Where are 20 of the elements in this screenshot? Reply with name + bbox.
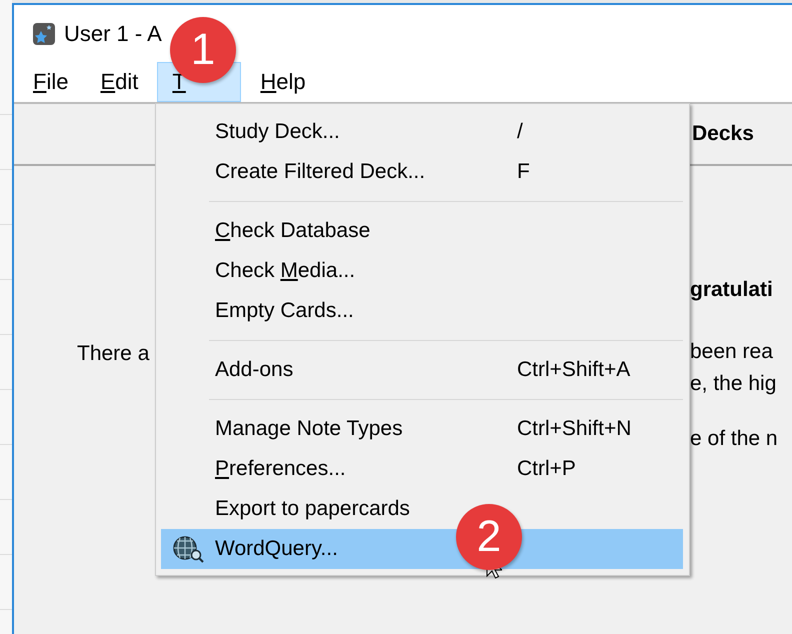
window-title: User 1 - A [64,20,162,46]
menu-bar-item[interactable]: File [20,62,82,102]
body-text: e of the n [690,426,778,452]
menu-bar-item[interactable]: Edit [87,62,152,102]
heading-text: gratulati [690,277,774,303]
section-header: Decks [692,122,754,146]
menu-item[interactable]: Empty Cards... [161,291,683,331]
menu-item[interactable]: Check Database [161,211,683,251]
body-text: There a [77,342,150,365]
menu-item[interactable]: Study Deck... / [161,112,683,152]
menu-item[interactable]: Create Filtered Deck... F [161,152,683,192]
menu-item[interactable]: Check Media... [161,251,683,291]
body-text: been rea [690,339,774,365]
menu-item[interactable]: Add-ons Ctrl+Shift+A [161,350,683,390]
menu-item[interactable]: Manage Note Types Ctrl+Shift+N [161,409,683,449]
body-text: e, the hig [690,371,778,397]
globe-search-icon [172,534,204,564]
menu-bar-item[interactable]: Help [247,62,319,102]
menu-item[interactable]: Preferences... Ctrl+P [161,449,683,489]
star-app-icon [32,22,56,46]
